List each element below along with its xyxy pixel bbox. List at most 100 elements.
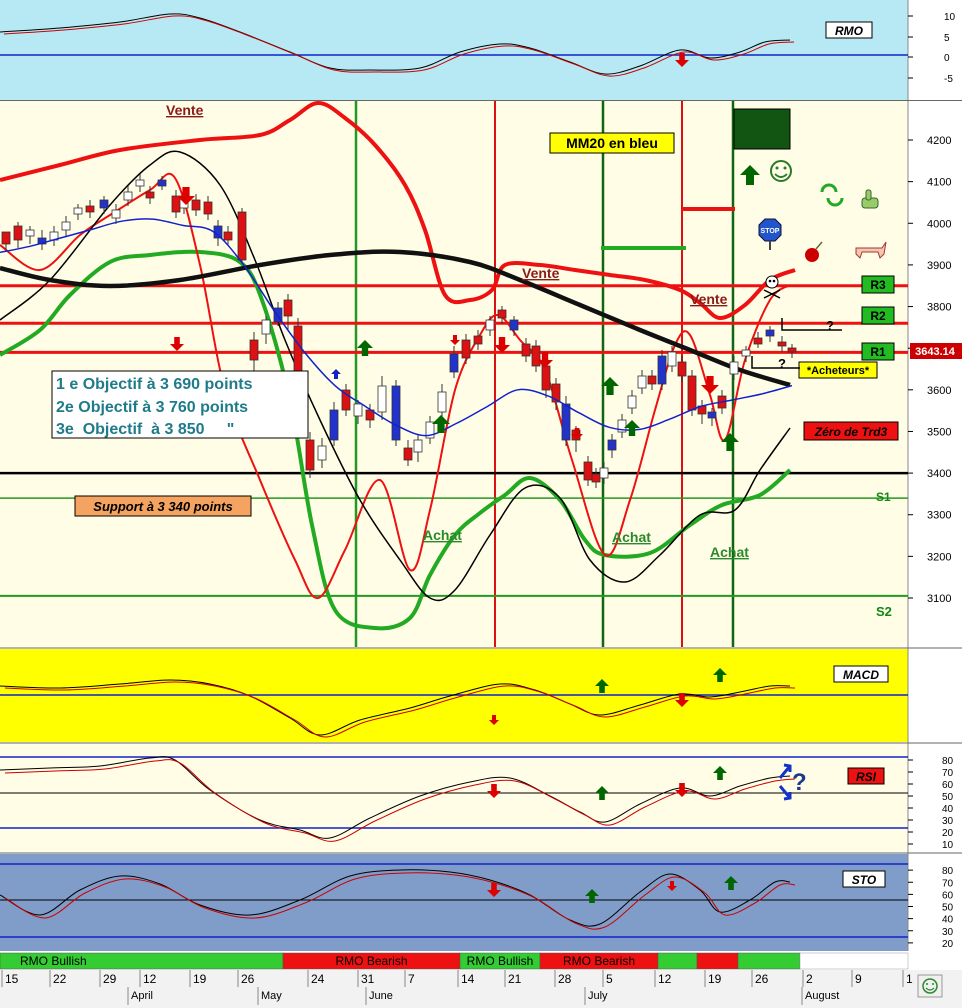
achat-label-3: Achat (710, 544, 749, 560)
candle-body (261, 319, 271, 335)
smiley-face-icon (917, 974, 943, 998)
price-tick: 3800 (927, 302, 951, 314)
mm20-label-text: MM20 en bleu (566, 135, 658, 151)
rsi-tick: 30 (942, 816, 954, 827)
candle-body (135, 179, 145, 187)
rmo-bar-label: RMO Bullish (467, 954, 534, 968)
candle-body (1, 231, 11, 245)
candle-body (341, 389, 351, 411)
sto-title: STO (842, 870, 886, 888)
candle-body (473, 335, 483, 345)
rmo-panel (0, 0, 908, 100)
candle-body (223, 231, 233, 241)
objectifs-box: 1 e Objectif à 3 690 points 2e Objectif … (51, 370, 309, 439)
price-tick: 3400 (927, 468, 951, 480)
macd-title: MACD (833, 665, 889, 683)
candle-body (449, 353, 459, 373)
price-tick: 3500 (927, 426, 951, 438)
last-price-text: 3643.14 (915, 346, 956, 358)
candle-body (637, 375, 647, 389)
month-label: July (588, 990, 608, 1002)
s2-label: S2 (876, 604, 892, 619)
r2-label: R2 (861, 306, 895, 325)
question-mark-2: ? (778, 356, 786, 371)
s1-label: S1 (876, 490, 891, 504)
candle-body (145, 191, 155, 199)
rmo-bar-label: RMO Bearish (335, 954, 407, 968)
chart-window: 4200410040003900380037003600350034003300… (0, 0, 962, 1008)
signal-box (733, 108, 791, 150)
candle-body (497, 309, 507, 319)
objectif-2: 2e Objectif à 3 760 points (56, 399, 248, 416)
mm20-label: MM20 en bleu (549, 132, 675, 154)
rmo-bar-segment (657, 952, 698, 970)
r2-label-text: R2 (870, 309, 886, 323)
macd-title-text: MACD (843, 668, 879, 682)
date-label: 14 (461, 972, 475, 986)
candle-body (561, 403, 571, 441)
question-mark-1: ? (826, 318, 834, 333)
rsi-tick: 60 (942, 780, 954, 791)
candle-body (413, 439, 423, 453)
y-axis-strip (908, 0, 962, 1008)
candle-body (377, 385, 387, 413)
candle-body (741, 349, 751, 357)
date-label: 21 (508, 972, 522, 986)
candle-body (677, 361, 687, 377)
date-label: 26 (755, 972, 769, 986)
candle-body (591, 473, 601, 483)
month-label: April (131, 990, 153, 1002)
date-label: 26 (241, 972, 255, 986)
candle-body (437, 391, 447, 413)
date-label: 1 (906, 972, 913, 986)
vente-label-2: Vente (522, 265, 560, 281)
rmo-bar-segment (737, 952, 801, 970)
price-tick: 3200 (927, 551, 951, 563)
r1-label: R1 (861, 342, 895, 361)
candle-body (403, 447, 413, 461)
price-tick: 3300 (927, 510, 951, 522)
date-label: 7 (408, 972, 415, 986)
candle-body (61, 221, 71, 231)
question-mark-rsi: ? (792, 769, 807, 796)
price-tick: 4100 (927, 177, 951, 189)
rmo-tick: -5 (944, 74, 953, 85)
candle-body (111, 209, 121, 219)
date-label: 29 (103, 972, 117, 986)
candle-body (13, 225, 23, 241)
rmo-tick: 0 (944, 53, 950, 64)
rmo-tick: 10 (944, 12, 956, 23)
candle-body (687, 375, 697, 411)
price-tick: 3100 (927, 593, 951, 605)
acheteurs-label-text: *Acheteurs* (807, 365, 870, 377)
sto-tick: 20 (942, 939, 954, 950)
candle-body (353, 403, 363, 417)
candle-body (329, 409, 339, 441)
month-label: May (261, 990, 282, 1002)
candle-body (485, 319, 495, 331)
candle-body (777, 341, 787, 347)
sto-tick: 80 (942, 866, 954, 877)
candle-body (157, 179, 167, 187)
sto-tick: 30 (942, 927, 954, 938)
svg-text:STOP: STOP (761, 228, 780, 235)
candle-body (25, 229, 35, 237)
r3-label-text: R3 (870, 278, 886, 292)
candle-body (599, 467, 609, 479)
candle-body (765, 329, 775, 337)
price-tick: 3600 (927, 385, 951, 397)
month-label: June (369, 990, 393, 1002)
candle-body (99, 199, 109, 209)
candle-body (123, 191, 133, 201)
rmo-bar-label: RMO Bearish (563, 954, 635, 968)
date-label: 24 (311, 972, 325, 986)
candle-body (283, 299, 293, 317)
rsi-title-text: RSI (856, 770, 877, 784)
r3-label: R3 (861, 275, 895, 294)
r1-label-text: R1 (870, 345, 886, 359)
rmo-bar-label: RMO Bullish (20, 954, 87, 968)
rsi-tick: 40 (942, 804, 954, 815)
objectif-1: 1 e Objectif à 3 690 points (56, 376, 253, 393)
date-label: 31 (361, 972, 375, 986)
achat-label-1: Achat (423, 527, 462, 543)
